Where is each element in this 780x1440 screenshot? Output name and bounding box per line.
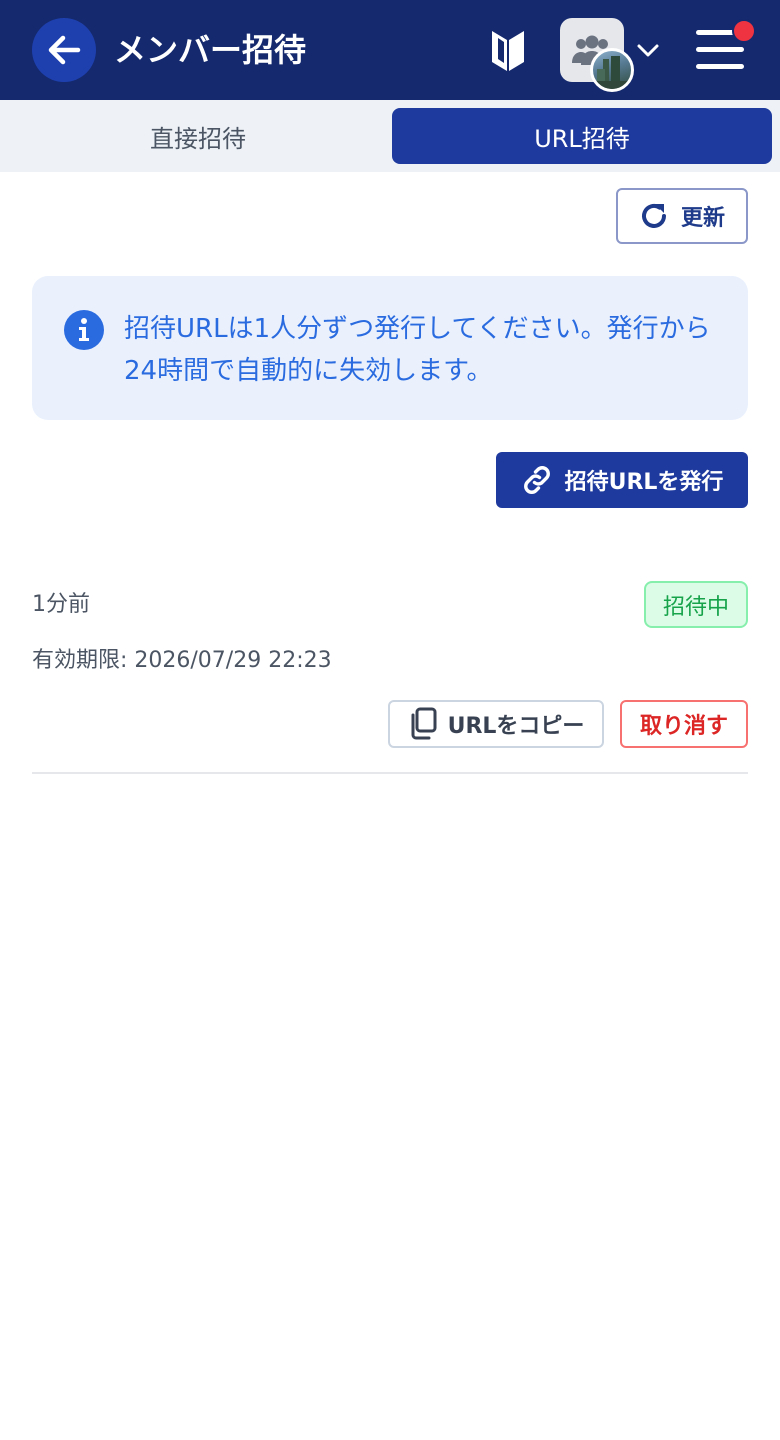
revoke-button[interactable]: 取り消す (620, 700, 748, 748)
back-arrow-icon (48, 35, 81, 65)
chevron-down-icon[interactable] (636, 38, 660, 62)
copy-label: URLをコピー (447, 714, 585, 739)
issue-label: 招待URLを発行 (564, 470, 724, 495)
refresh-label: 更新 (680, 206, 725, 231)
tab-url-invite[interactable]: URL招待 (392, 108, 772, 164)
invite-expiry: 有効期限: 2026/07/29 22:23 (32, 648, 332, 673)
copy-icon (411, 707, 437, 740)
issue-invite-url-button[interactable]: 招待URLを発行 (496, 452, 748, 508)
refresh-icon (642, 203, 666, 228)
notification-dot (732, 19, 756, 43)
info-notice: 招待URLは1人分ずつ発行してください。発行から24時間で自動的に失効します。 (32, 276, 748, 420)
back-button[interactable] (32, 18, 96, 82)
tab-direct-invite[interactable]: 直接招待 (8, 108, 388, 164)
info-icon (64, 310, 104, 350)
refresh-button[interactable]: 更新 (616, 188, 748, 244)
invite-elapsed-time: 1分前 (32, 592, 90, 617)
page-title: メンバー招待 (114, 31, 307, 69)
link-icon (523, 466, 550, 494)
team-avatar[interactable] (590, 48, 634, 92)
divider (32, 772, 748, 774)
info-text: 招待URLは1人分ずつ発行してください。発行から24時間で自動的に失効します。 (124, 314, 711, 386)
app-header: メンバー招待 (0, 0, 780, 100)
invite-tabs: 直接招待 URL招待 (0, 100, 780, 172)
beginner-mark-icon[interactable] (490, 27, 526, 73)
status-badge: 招待中 (644, 581, 748, 628)
copy-url-button[interactable]: URLをコピー (388, 700, 604, 748)
